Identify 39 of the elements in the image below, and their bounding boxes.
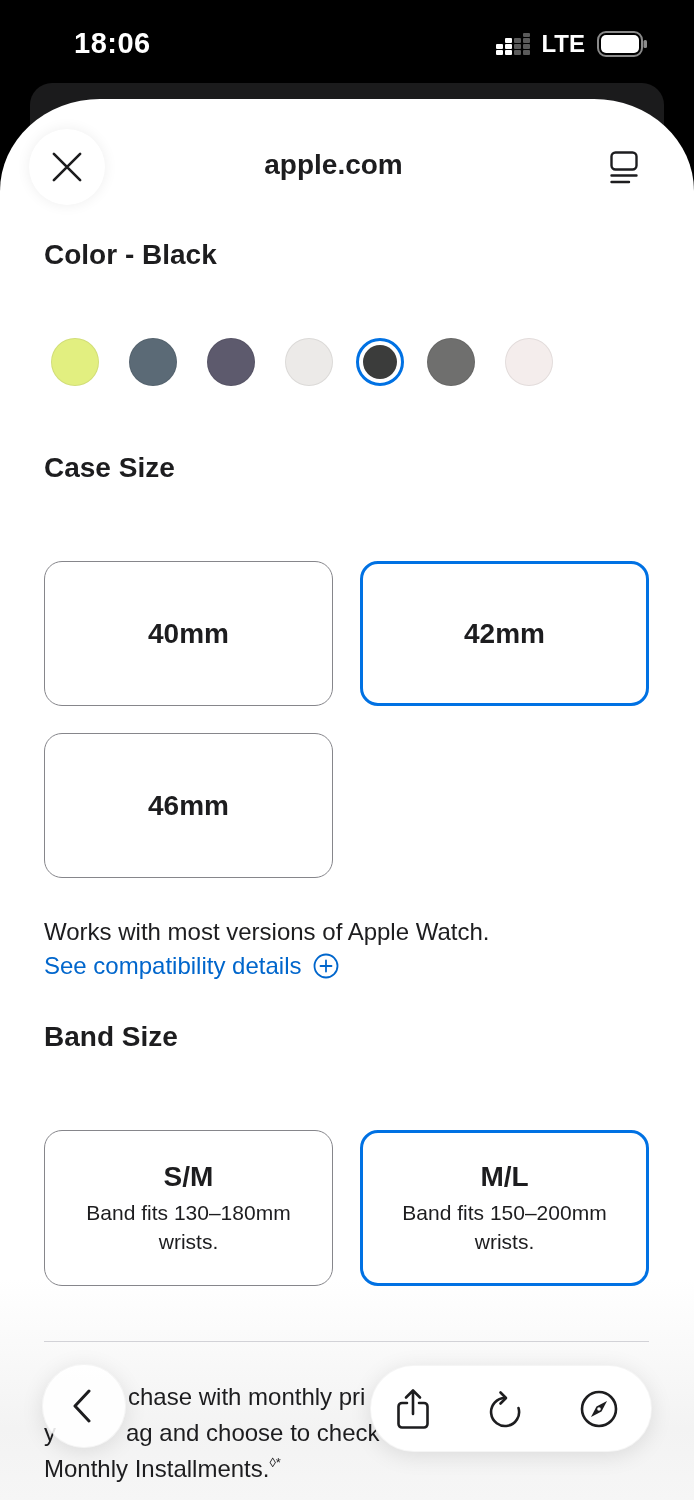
section-title: Band Size [44,1020,179,1054]
color-swatch-icon[interactable] [207,338,255,386]
close-icon [52,152,82,182]
compatibility-link[interactable]: See compatibility details [44,949,340,983]
case-size-option[interactable]: 40mm [44,561,333,706]
paragraph-text: y [44,1418,56,1448]
compass-icon [580,1389,618,1428]
site-address: apple.com [264,149,403,181]
color-swatch-icon[interactable] [51,338,99,386]
network-type: LTE [541,29,585,58]
section-title: Case Size [44,451,176,485]
compatibility-note: Works with most versions of Apple Watch. [44,917,491,947]
chevron-left-icon [72,1389,92,1423]
section-title: Color - Black [44,238,218,272]
color-swatch-icon[interactable] [505,338,553,386]
share-button[interactable] [396,1387,430,1430]
color-swatch-icon[interactable] [427,338,475,386]
share-icon [396,1387,430,1430]
tabs-button[interactable] [610,150,638,184]
signal-icon [496,32,532,55]
paragraph-text: ag and choose to check [126,1418,380,1448]
color-swatch-icon[interactable] [356,338,404,386]
color-swatch-icon[interactable] [285,338,333,386]
circular-arrow-icon [488,1389,522,1428]
band-size-option[interactable]: S/M Band fits 130–180mm wrists. [44,1130,333,1286]
band-fit-text: Band fits 130–180mm wrists. [85,1200,292,1255]
case-size-option[interactable]: 46mm [44,733,333,878]
band-size-option[interactable]: M/L Band fits 150–200mm wrists. [360,1130,649,1286]
paragraph-text: Monthly Installments.$^{◊*}$ [44,1454,281,1484]
battery-icon [597,30,647,57]
compass-button[interactable] [580,1389,618,1428]
plus-circle-icon [313,953,340,979]
reload-button[interactable] [488,1389,522,1428]
band-fit-text: Band fits 150–200mm wrists. [401,1200,608,1255]
color-swatch-icon[interactable] [129,338,177,386]
status-time: 18:06 [74,27,151,60]
tabs-icon [610,150,638,184]
paragraph-text: chase with monthly pri [128,1382,366,1412]
case-size-option[interactable]: 42mm [360,561,649,706]
